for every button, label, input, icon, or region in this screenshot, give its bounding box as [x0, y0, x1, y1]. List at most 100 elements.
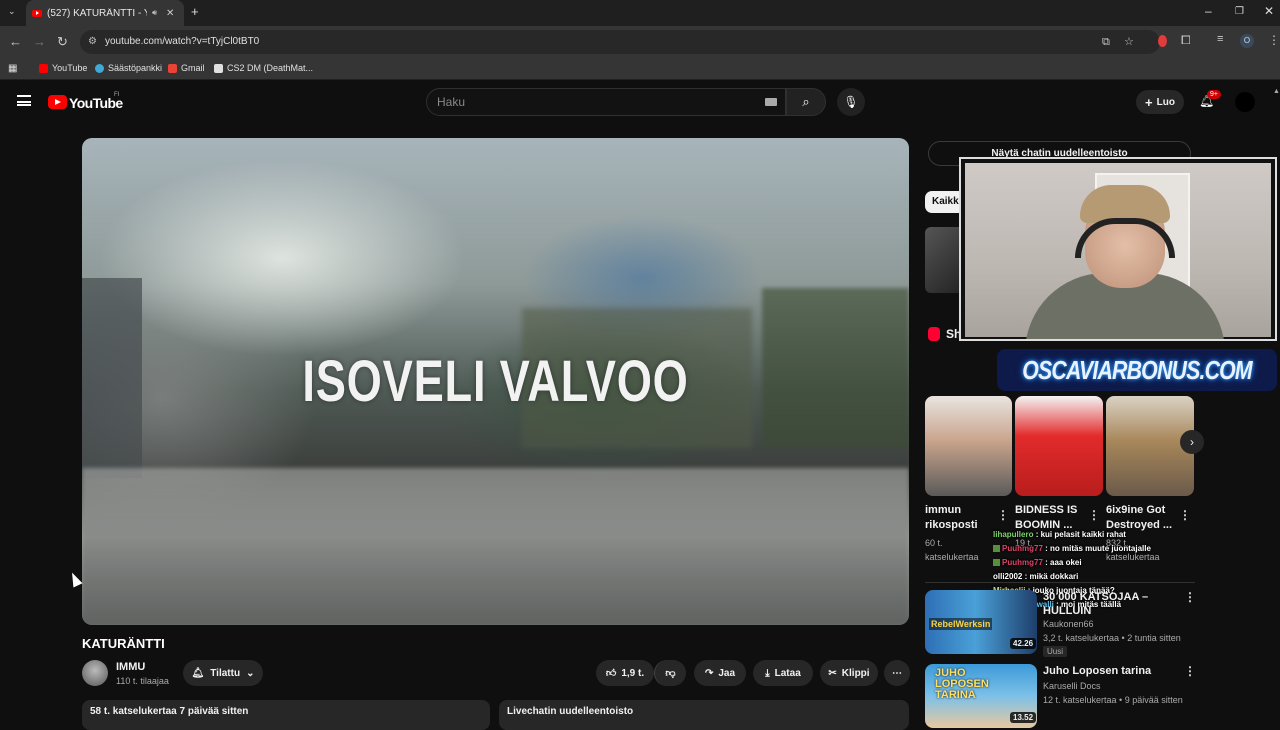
keyboard-icon[interactable]: [765, 98, 777, 106]
video-frame-building: [82, 278, 142, 478]
reload-icon[interactable]: ↻: [57, 34, 68, 50]
search-button[interactable]: ⌕: [786, 88, 826, 116]
video-frame-road: [82, 468, 909, 625]
chat-message: lihapullero : kui pelasit kaikki rahat: [993, 530, 1126, 539]
forward-icon[interactable]: →: [33, 34, 46, 49]
related-video-channel[interactable]: Kaukonen66: [1043, 617, 1094, 631]
scroll-up-icon[interactable]: ▲: [1273, 88, 1280, 95]
short-title[interactable]: BIDNESS IS BOOMIN ...: [1015, 503, 1095, 533]
short-title[interactable]: immun rikosposti: [925, 503, 1005, 533]
related-video-title[interactable]: 30 000 KATSOJAA – HULLUIN: [1043, 590, 1188, 618]
channel-name[interactable]: IMMU: [116, 661, 145, 673]
browser-tab[interactable]: (527) KATURÄNTTI - YouTube 🔊︎ ✕: [26, 0, 184, 26]
bank-icon: [95, 63, 104, 73]
mouse-cursor: [67, 570, 83, 588]
views-date: 58 t. katselukertaa 7 päivää sitten: [90, 706, 249, 717]
chevron-down-icon: ⌄: [246, 667, 255, 679]
apps-grid-icon[interactable]: ▦: [8, 63, 17, 74]
microphone-icon: 🎙︎: [843, 95, 859, 109]
chevron-right-icon: ›: [1190, 435, 1194, 449]
video-player[interactable]: ISOVELI VALVOO: [82, 138, 909, 625]
shorts-next-button[interactable]: ›: [1180, 430, 1204, 454]
minimize-icon[interactable]: –: [1205, 4, 1212, 18]
download-icon: ⤓: [765, 667, 770, 679]
more-actions-button[interactable]: ⋯: [884, 660, 910, 686]
bookmark-saastopankki[interactable]: Säästöpankki: [95, 63, 162, 73]
video-title: KATURÄNTTI: [82, 636, 165, 651]
share-button[interactable]: ↷ Jaa: [694, 660, 746, 686]
bookmarks-bar: ▦ YouTube Säästöpankki Gmail CS2 DM (Dea…: [0, 58, 1280, 80]
short-views: 60 t. katselukertaa: [925, 538, 979, 562]
description-box[interactable]: 58 t. katselukertaa 7 päivää sitten: [82, 700, 490, 730]
address-toolbar: ← → ↻ ⚙ youtube.com/watch?v=tTyjCl0tBT0 …: [0, 26, 1280, 58]
search-input[interactable]: Haku: [426, 88, 786, 116]
video-overlay-title: ISOVELI VALVOO: [302, 349, 689, 414]
chat-message: olli2002 : mikä dokkari: [993, 572, 1079, 581]
related-video-meta: 3,2 t. katselukertaa • 2 tuntia sitten: [1043, 633, 1181, 643]
chat-message: Puuhmg77 : aaa okei: [993, 558, 1082, 567]
section-divider: [925, 582, 1195, 583]
clip-button[interactable]: ✂ Klippi: [820, 660, 878, 686]
audio-icon[interactable]: 🔊︎: [152, 8, 157, 18]
extension-icon[interactable]: [1158, 35, 1167, 47]
account-avatar[interactable]: [1235, 92, 1255, 112]
url-bar[interactable]: ⚙ youtube.com/watch?v=tTyjCl0tBT0 ⧉ ☆: [80, 30, 1160, 54]
bookmark-cs2-dm[interactable]: CS2 DM (DeathMat...: [214, 63, 313, 73]
tab-search-icon[interactable]: ⌄: [8, 6, 16, 17]
back-icon[interactable]: ←: [9, 34, 22, 49]
reading-list-icon[interactable]: ≡: [1217, 33, 1223, 45]
new-badge: Uusi: [1043, 646, 1068, 657]
like-button[interactable]: 👍︎ 1,9 t.: [596, 660, 654, 686]
bell-icon: 🔔︎: [191, 667, 205, 679]
thumbnail-text: JUHO LOPOSEN TARINA: [935, 667, 989, 701]
share-icon: ↷: [704, 667, 714, 679]
scissors-icon: ✂: [828, 667, 837, 679]
short-title[interactable]: 6ix9ine Got Destroyed ...: [1106, 503, 1186, 533]
url-text: youtube.com/watch?v=tTyjCl0tBT0: [105, 36, 260, 47]
install-app-icon[interactable]: ⧉: [1102, 30, 1110, 54]
shorts-icon: [928, 327, 940, 341]
video-menu-icon[interactable]: ⋮: [1184, 664, 1196, 678]
short-thumbnail[interactable]: [925, 396, 1012, 496]
channel-subscribers: 110 t. tilaajaa: [116, 676, 169, 686]
short-thumbnail[interactable]: [1015, 396, 1103, 496]
cs2-icon: [214, 63, 223, 73]
bookmark-youtube[interactable]: YouTube: [39, 63, 87, 73]
related-video-thumbnail[interactable]: JUHO LOPOSEN TARINA 13.52: [925, 664, 1037, 728]
more-dots-icon: ⋯: [892, 667, 902, 679]
chat-replay-bottom[interactable]: Livechatin uudelleentoisto: [499, 700, 909, 730]
short-menu-icon[interactable]: ⋮: [997, 508, 1009, 522]
profile-avatar[interactable]: O: [1240, 34, 1254, 48]
video-duration: 42.26: [1010, 638, 1037, 649]
extensions-puzzle-icon[interactable]: ⧠: [1181, 33, 1191, 48]
create-button[interactable]: + Luo: [1136, 90, 1184, 114]
hamburger-menu-icon[interactable]: [17, 95, 31, 106]
restore-icon[interactable]: ❐: [1235, 6, 1244, 17]
bookmark-gmail[interactable]: Gmail: [168, 63, 205, 73]
thumbs-up-icon: 👍︎: [605, 668, 617, 679]
site-info-icon[interactable]: ⚙: [88, 30, 97, 54]
voice-search-button[interactable]: 🎙︎: [837, 88, 865, 116]
search-icon: ⌕: [802, 94, 810, 109]
close-window-icon[interactable]: ✕: [1264, 4, 1274, 18]
youtube-favicon-icon: [32, 9, 42, 17]
short-menu-icon[interactable]: ⋮: [1179, 508, 1191, 522]
menu-kebab-icon[interactable]: ⋮: [1268, 33, 1280, 47]
tab-close-icon[interactable]: ✕: [166, 8, 174, 19]
bookmark-star-icon[interactable]: ☆: [1124, 30, 1134, 54]
channel-avatar[interactable]: [82, 660, 108, 686]
related-video-channel[interactable]: Karuselli Docs: [1043, 679, 1101, 693]
related-video-title[interactable]: Juho Loposen tarina: [1043, 664, 1188, 678]
download-button[interactable]: ⤓ Lataa: [753, 660, 813, 686]
short-menu-icon[interactable]: ⋮: [1088, 508, 1100, 522]
notification-badge: 9+: [1207, 90, 1221, 99]
youtube-logo-icon[interactable]: [48, 95, 67, 109]
video-menu-icon[interactable]: ⋮: [1184, 590, 1196, 604]
dislike-button[interactable]: 👎︎: [654, 660, 686, 686]
tab-title: (527) KATURÄNTTI - YouTube: [47, 7, 147, 19]
related-video-thumbnail[interactable]: RebelWerksin 42.26: [925, 590, 1037, 654]
subscribed-button[interactable]: 🔔︎ Tilattu ⌄: [183, 660, 263, 686]
sub-badge-icon: [993, 545, 1000, 553]
youtube-icon: [39, 63, 48, 73]
new-tab-icon[interactable]: +: [191, 4, 199, 19]
